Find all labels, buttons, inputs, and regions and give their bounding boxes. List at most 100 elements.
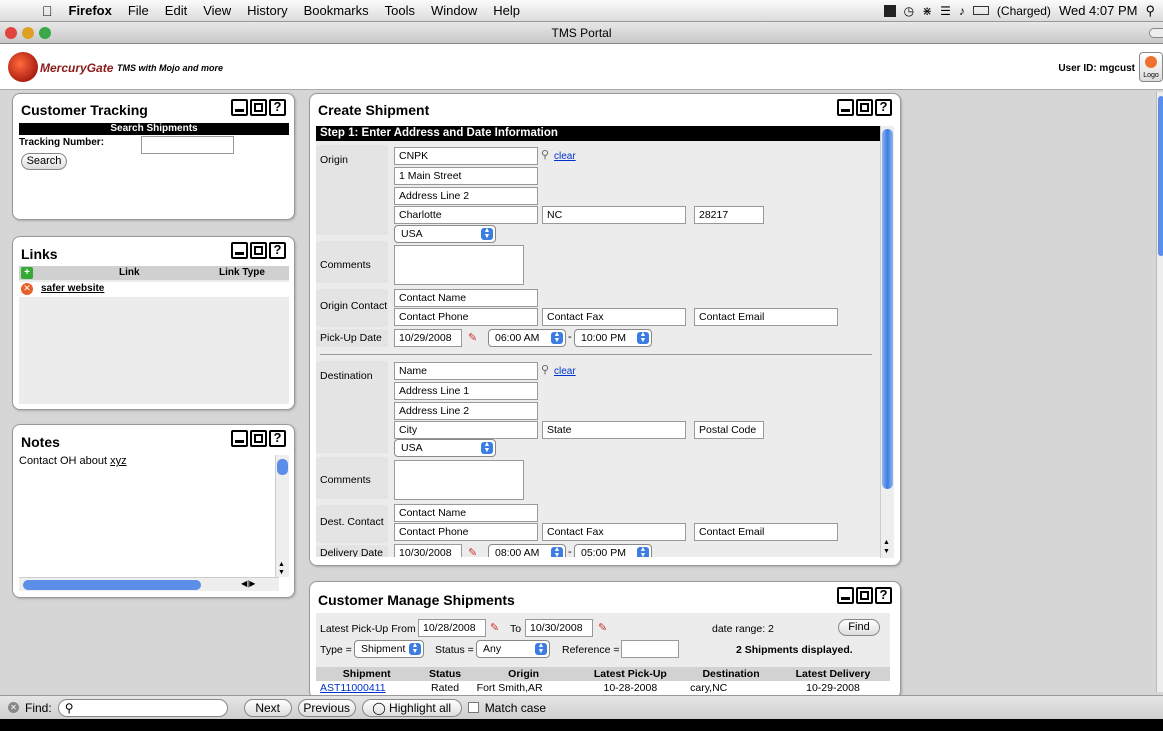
pickup-to-select[interactable]: 10:00 PM ▲ ▼ (574, 329, 652, 347)
menubar-clock[interactable]: Wed 4:07 PM (1059, 3, 1138, 18)
origin-clear-link[interactable]: clear (554, 151, 576, 162)
dest-zip-input[interactable]: Postal Code (694, 421, 764, 439)
hscroll-arrows-icon[interactable]: ◀|▶ (241, 579, 255, 588)
from-calendar-icon[interactable]: ✎ (490, 621, 499, 634)
delivery-to-select[interactable]: 05:00 PM ▲ ▼ (574, 544, 652, 557)
minimize-panel-icon[interactable] (231, 430, 248, 447)
pickup-from-select[interactable]: 06:00 AM ▲ ▼ (488, 329, 566, 347)
origin-contact-email-input[interactable]: Contact Email (694, 308, 838, 326)
origin-country-select[interactable]: USA ▲ ▼ (394, 225, 496, 243)
menu-help[interactable]: Help (485, 3, 528, 18)
col-destination[interactable]: Destination (686, 667, 776, 681)
minimize-panel-icon[interactable] (231, 242, 248, 259)
origin-name-input[interactable]: CNPK (394, 147, 538, 165)
maximize-panel-icon[interactable] (250, 99, 267, 116)
close-findbar-icon[interactable]: ✕ (8, 702, 19, 713)
notes-hscroll[interactable]: ◀|▶ (19, 577, 279, 591)
from-date-input[interactable]: 10/28/2008 (418, 619, 486, 637)
search-button[interactable]: Search (21, 153, 67, 170)
maximize-panel-icon[interactable] (250, 242, 267, 259)
close-window-icon[interactable] (5, 27, 17, 39)
dest-city-input[interactable]: City (394, 421, 538, 439)
to-calendar-icon[interactable]: ✎ (598, 621, 607, 634)
origin-state-input[interactable]: NC (542, 206, 686, 224)
menu-history[interactable]: History (239, 3, 295, 18)
help-icon[interactable]: ? (269, 430, 286, 447)
dest-lookup-icon[interactable]: ⚲ (541, 363, 549, 376)
spaces-icon[interactable] (883, 4, 896, 17)
apple-icon[interactable]:  (0, 3, 61, 19)
highlight-all-button[interactable]: ◯ Highlight all (361, 698, 462, 717)
help-icon[interactable]: ? (875, 587, 892, 604)
pickup-date-input[interactable]: 10/29/2008 (394, 329, 462, 347)
menu-edit[interactable]: Edit (157, 3, 195, 18)
maximize-panel-icon[interactable] (856, 587, 873, 604)
menu-file[interactable]: File (120, 3, 157, 18)
menu-app-firefox[interactable]: Firefox (61, 3, 120, 18)
col-latest-delivery[interactable]: Latest Delivery (775, 667, 890, 681)
create-vscroll-thumb[interactable] (882, 129, 893, 489)
origin-lookup-icon[interactable]: ⚲ (541, 148, 549, 161)
dest-clear-link[interactable]: clear (554, 366, 576, 377)
col-status[interactable]: Status (417, 667, 473, 681)
status-select[interactable]: Any ▲ ▼ (476, 640, 550, 658)
dest-contact-email-input[interactable]: Contact Email (694, 523, 838, 541)
dest-country-select[interactable]: USA ▲ ▼ (394, 439, 496, 457)
help-icon[interactable]: ? (269, 99, 286, 116)
logout-button[interactable]: Logo (1139, 52, 1163, 82)
delivery-calendar-icon[interactable]: ✎ (468, 546, 477, 557)
find-previous-button[interactable]: Previous (297, 698, 356, 717)
page-scrollbar[interactable] (1156, 92, 1163, 692)
shipment-link[interactable]: AST11000411 (316, 681, 417, 695)
minimize-window-icon[interactable] (22, 27, 34, 39)
origin-contact-phone-input[interactable]: Contact Phone (394, 308, 538, 326)
dest-address2-input[interactable]: Address Line 2 (394, 402, 538, 420)
origin-address2-input[interactable]: Address Line 2 (394, 187, 538, 205)
scroll-arrows-icon[interactable]: ▲ ▼ (883, 538, 890, 556)
delivery-date-input[interactable]: 10/30/2008 (394, 544, 462, 557)
find-button[interactable]: Find (838, 619, 880, 636)
notes-hscroll-thumb[interactable] (23, 580, 201, 590)
notes-vscroll[interactable]: ▲ ▼ (275, 455, 289, 577)
pickup-calendar-icon[interactable]: ✎ (468, 331, 477, 344)
scroll-arrows-icon[interactable]: ▲ ▼ (278, 561, 285, 577)
to-date-input[interactable]: 10/30/2008 (525, 619, 593, 637)
origin-address1-input[interactable]: 1 Main Street (394, 167, 538, 185)
delivery-from-select[interactable]: 08:00 AM ▲ ▼ (488, 544, 566, 557)
dest-contact-phone-input[interactable]: Contact Phone (394, 523, 538, 541)
menu-bookmarks[interactable]: Bookmarks (296, 3, 377, 18)
find-input[interactable]: ⚲ (57, 698, 228, 717)
menu-view[interactable]: View (195, 3, 239, 18)
origin-contact-fax-input[interactable]: Contact Fax (542, 308, 686, 326)
zoom-window-icon[interactable] (39, 27, 51, 39)
origin-comments-textarea[interactable] (394, 245, 524, 285)
dest-contact-name-input[interactable]: Contact Name (394, 504, 538, 522)
menu-window[interactable]: Window (423, 3, 485, 18)
time-machine-icon[interactable]: ◷ (904, 4, 914, 18)
spotlight-icon[interactable]: ⚲ (1145, 3, 1155, 19)
col-origin[interactable]: Origin (472, 667, 575, 681)
notes-vscroll-thumb[interactable] (277, 459, 288, 475)
create-vscroll[interactable]: ▲ ▼ (880, 126, 894, 558)
notes-textarea[interactable]: Contact OH about xyz (19, 455, 279, 577)
volume-icon[interactable]: ♪ (959, 4, 965, 18)
col-shipment[interactable]: Shipment (316, 667, 418, 681)
origin-city-input[interactable]: Charlotte (394, 206, 538, 224)
col-link-type[interactable]: Link Type (219, 267, 265, 278)
help-icon[interactable]: ? (875, 99, 892, 116)
dest-name-input[interactable]: Name (394, 362, 538, 380)
find-next-button[interactable]: Next (243, 698, 292, 717)
delete-link-icon[interactable]: ✕ (21, 283, 33, 295)
minimize-panel-icon[interactable] (837, 587, 854, 604)
minimize-panel-icon[interactable] (231, 99, 248, 116)
maximize-panel-icon[interactable] (856, 99, 873, 116)
match-case-checkbox[interactable] (467, 702, 479, 713)
maximize-panel-icon[interactable] (250, 430, 267, 447)
wifi-icon[interactable]: ☰ (940, 4, 951, 18)
link-safer-website[interactable]: safer website (41, 283, 104, 294)
battery-icon[interactable] (972, 6, 989, 15)
origin-contact-name-input[interactable]: Contact Name (394, 289, 538, 307)
toolbar-toggle-icon[interactable] (1149, 28, 1163, 38)
page-scrollbar-thumb[interactable] (1158, 96, 1163, 256)
minimize-panel-icon[interactable] (837, 99, 854, 116)
